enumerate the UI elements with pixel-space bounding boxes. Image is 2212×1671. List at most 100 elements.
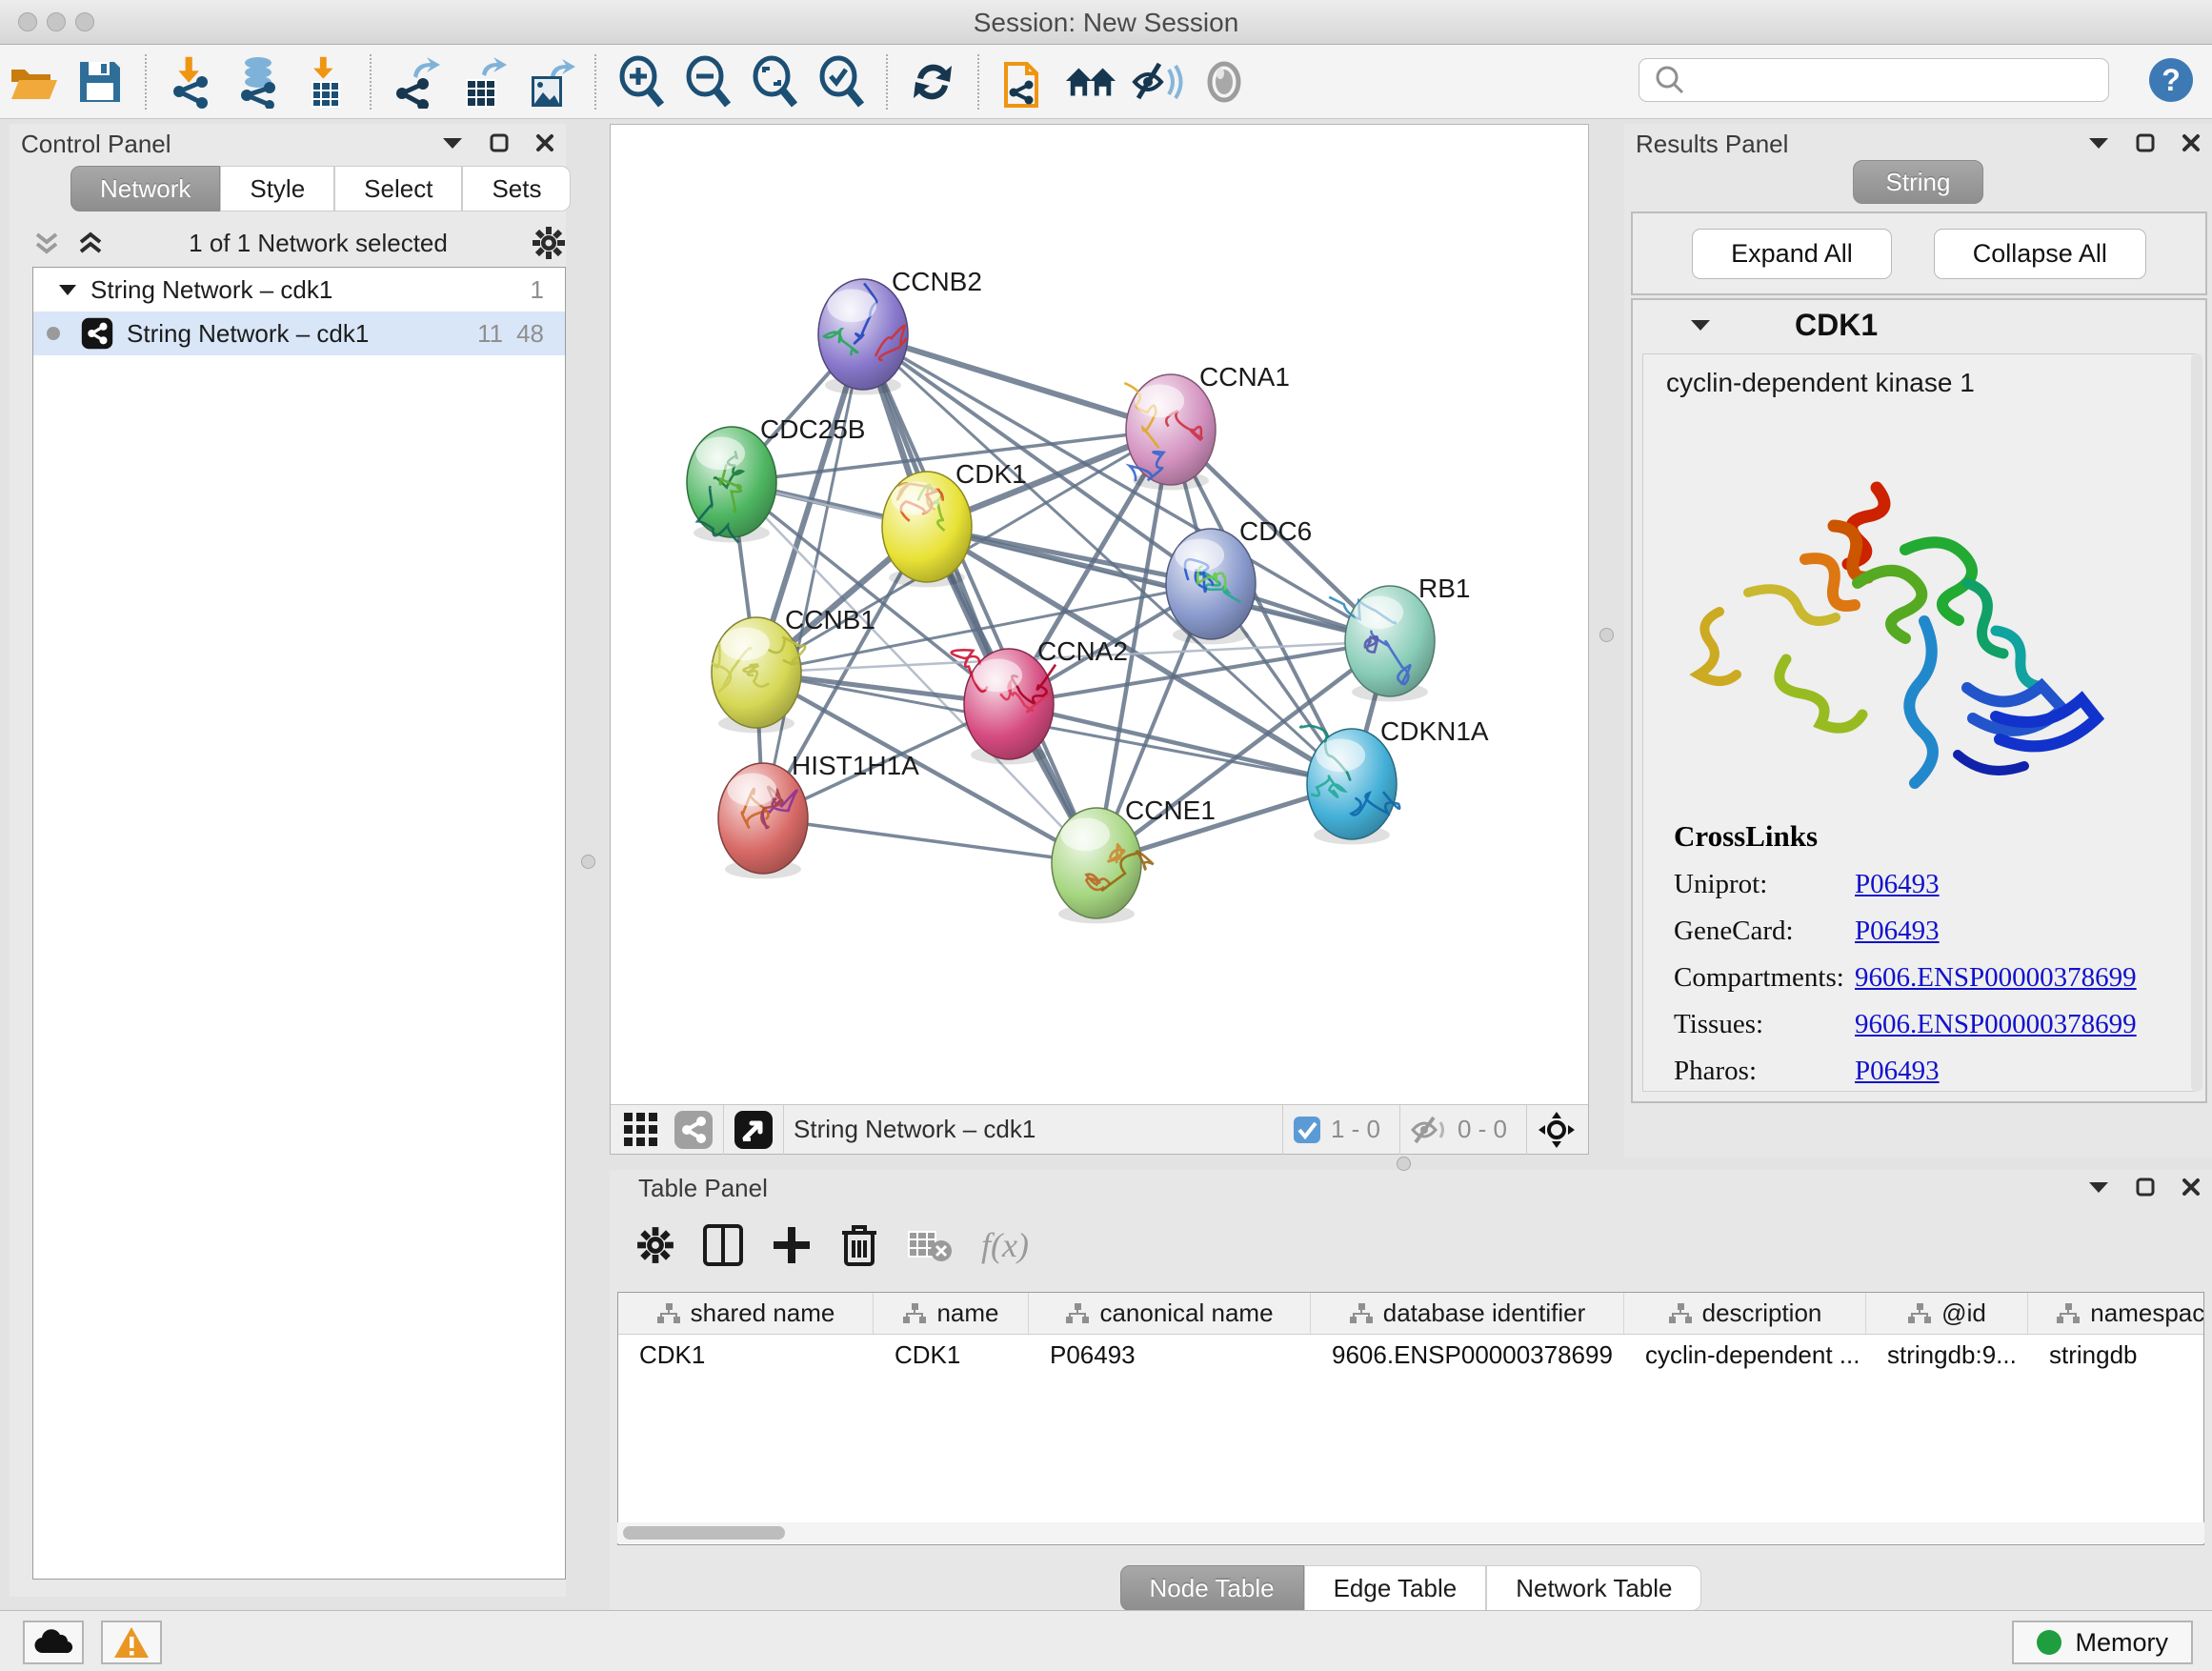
column-type-icon: [1349, 1302, 1374, 1325]
network-row[interactable]: String Network – cdk11148: [33, 312, 565, 355]
tab-style[interactable]: Style: [220, 166, 334, 211]
hide-glass-button[interactable]: [1131, 55, 1184, 109]
network-node-CCNA1[interactable]: [1124, 374, 1216, 490]
table-cell[interactable]: CDK1: [618, 1335, 874, 1375]
string-import-button[interactable]: [997, 55, 1051, 109]
column-header-description[interactable]: description: [1624, 1293, 1866, 1334]
delete-column-icon[interactable]: [840, 1223, 878, 1267]
collapse-all-icon[interactable]: [32, 229, 61, 257]
left-splitter-grip[interactable]: [581, 855, 595, 869]
column-label: database identifier: [1383, 1299, 1585, 1328]
column-header-id[interactable]: @id: [1866, 1293, 2028, 1334]
table-cell[interactable]: 9606.ENSP00000378699: [1311, 1335, 1624, 1375]
column-header-databaseidentifier[interactable]: database identifier: [1311, 1293, 1624, 1334]
network-collection-row[interactable]: String Network – cdk11: [33, 268, 565, 312]
help-button[interactable]: ?: [2148, 57, 2194, 108]
panel-close-icon[interactable]: [2182, 133, 2201, 152]
table-cell[interactable]: stringdb:9...: [1866, 1335, 2028, 1375]
save-session-button[interactable]: [73, 55, 127, 109]
network-options-gear-icon[interactable]: [532, 226, 566, 260]
tab-edge-table[interactable]: Edge Table: [1304, 1565, 1487, 1611]
network-node-HIST1H1A[interactable]: [718, 763, 808, 878]
fit-selected-crosshair-icon[interactable]: [1537, 1110, 1577, 1150]
string-home-button[interactable]: [1064, 55, 1117, 109]
panel-close-icon[interactable]: [535, 133, 554, 152]
crosslink-link[interactable]: P06493: [1855, 869, 1940, 900]
network-node-RB1[interactable]: [1329, 586, 1435, 701]
gene-collapse-icon[interactable]: [1690, 318, 1711, 332]
refresh-view-button[interactable]: [906, 55, 959, 109]
show-columns-icon[interactable]: [703, 1224, 743, 1266]
panel-float-icon[interactable]: [2136, 1178, 2155, 1197]
export-network-button[interactable]: [390, 55, 443, 109]
panel-close-icon[interactable]: [2182, 1178, 2201, 1197]
network-canvas[interactable]: CCNB2CCNA1CDC25BCDK1CDC6RB1CCNB1CCNA2CDK…: [611, 125, 1588, 1104]
node-label-HIST1H1A: HIST1H1A: [792, 751, 919, 780]
cloud-status-button[interactable]: [23, 1621, 84, 1664]
export-table-button[interactable]: [456, 55, 510, 109]
warnings-button[interactable]: [101, 1621, 162, 1664]
network-node-CCNB2[interactable]: [818, 279, 908, 394]
right-splitter-grip[interactable]: [1599, 628, 1614, 642]
export-image-button[interactable]: [523, 55, 576, 109]
birdseye-toggle-icon[interactable]: [734, 1110, 774, 1150]
table-cell[interactable]: stringdb: [2028, 1335, 2204, 1375]
column-header-canonicalname[interactable]: canonical name: [1029, 1293, 1311, 1334]
table-hscrollbar-thumb[interactable]: [623, 1526, 785, 1540]
panel-collapse-icon[interactable]: [2088, 136, 2109, 150]
string-view-icon[interactable]: [674, 1110, 714, 1150]
column-header-namespace[interactable]: namespace: [2028, 1293, 2204, 1334]
show-glass-button[interactable]: [1197, 55, 1251, 109]
expand-all-icon[interactable]: [76, 229, 105, 257]
tab-select[interactable]: Select: [334, 166, 462, 211]
bottom-splitter-grip[interactable]: [1397, 1157, 1411, 1171]
import-table-button[interactable]: [298, 55, 352, 109]
zoom-selected-button[interactable]: [814, 55, 868, 109]
panel-collapse-icon[interactable]: [442, 136, 463, 150]
crosslink-link[interactable]: P06493: [1855, 916, 1940, 947]
tab-node-table[interactable]: Node Table: [1120, 1565, 1304, 1611]
node-label-CCNA1: CCNA1: [1199, 362, 1290, 392]
search-box[interactable]: [1639, 58, 2109, 102]
column-header-sharedname[interactable]: shared name: [618, 1293, 874, 1334]
tab-network[interactable]: Network: [70, 166, 220, 211]
tab-string[interactable]: String: [1853, 160, 1984, 204]
selected-checkbox-icon[interactable]: [1293, 1116, 1321, 1144]
node-label-CCNE1: CCNE1: [1125, 795, 1216, 825]
open-session-button[interactable]: [7, 55, 60, 109]
zoom-fit-button[interactable]: [748, 55, 801, 109]
results-scrollbar[interactable]: [2191, 353, 2202, 1092]
import-network-file-button[interactable]: [165, 55, 218, 109]
control-panel: Control Panel NetworkStyleSelectSets 1 o…: [10, 124, 566, 1597]
import-network-database-button[interactable]: [231, 55, 285, 109]
zoom-out-button[interactable]: [681, 55, 734, 109]
crosslink-link[interactable]: 9606.ENSP00000378699: [1855, 962, 2137, 994]
expand-all-button[interactable]: Expand All: [1692, 229, 1892, 279]
panel-collapse-icon[interactable]: [2088, 1180, 2109, 1194]
panel-float-icon[interactable]: [490, 133, 509, 152]
table-cell[interactable]: CDK1: [874, 1335, 1029, 1375]
collection-expand-icon[interactable]: [58, 284, 77, 296]
zoom-in-button[interactable]: [614, 55, 668, 109]
network-node-CCNB1[interactable]: [712, 617, 805, 733]
table-row[interactable]: CDK1CDK1P064939606.ENSP00000378699cyclin…: [618, 1335, 2203, 1375]
table-cell[interactable]: cyclin-dependent ...: [1624, 1335, 1866, 1375]
column-header-name[interactable]: name: [874, 1293, 1029, 1334]
network-node-CCNE1[interactable]: [1052, 808, 1154, 923]
tab-network-table[interactable]: Network Table: [1486, 1565, 1701, 1611]
crosslink-link[interactable]: P06493: [1855, 1056, 1940, 1087]
collapse-all-button[interactable]: Collapse All: [1934, 229, 2146, 279]
table-cell[interactable]: P06493: [1029, 1335, 1311, 1375]
network-node-CDC25B[interactable]: [687, 427, 776, 543]
memory-button[interactable]: Memory: [2012, 1621, 2193, 1664]
table-options-gear-icon[interactable]: [636, 1226, 674, 1264]
table-hscrollbar[interactable]: [617, 1522, 2204, 1543]
crosslink-link[interactable]: 9606.ENSP00000378699: [1855, 1009, 2137, 1040]
grid-view-icon[interactable]: [622, 1111, 660, 1149]
search-input[interactable]: [1695, 67, 2108, 93]
panel-float-icon[interactable]: [2136, 133, 2155, 152]
add-column-icon[interactable]: [772, 1225, 812, 1265]
tab-sets[interactable]: Sets: [462, 166, 571, 211]
column-label: name: [936, 1299, 998, 1328]
node-table[interactable]: shared name name canonical name database id…: [617, 1292, 2204, 1545]
